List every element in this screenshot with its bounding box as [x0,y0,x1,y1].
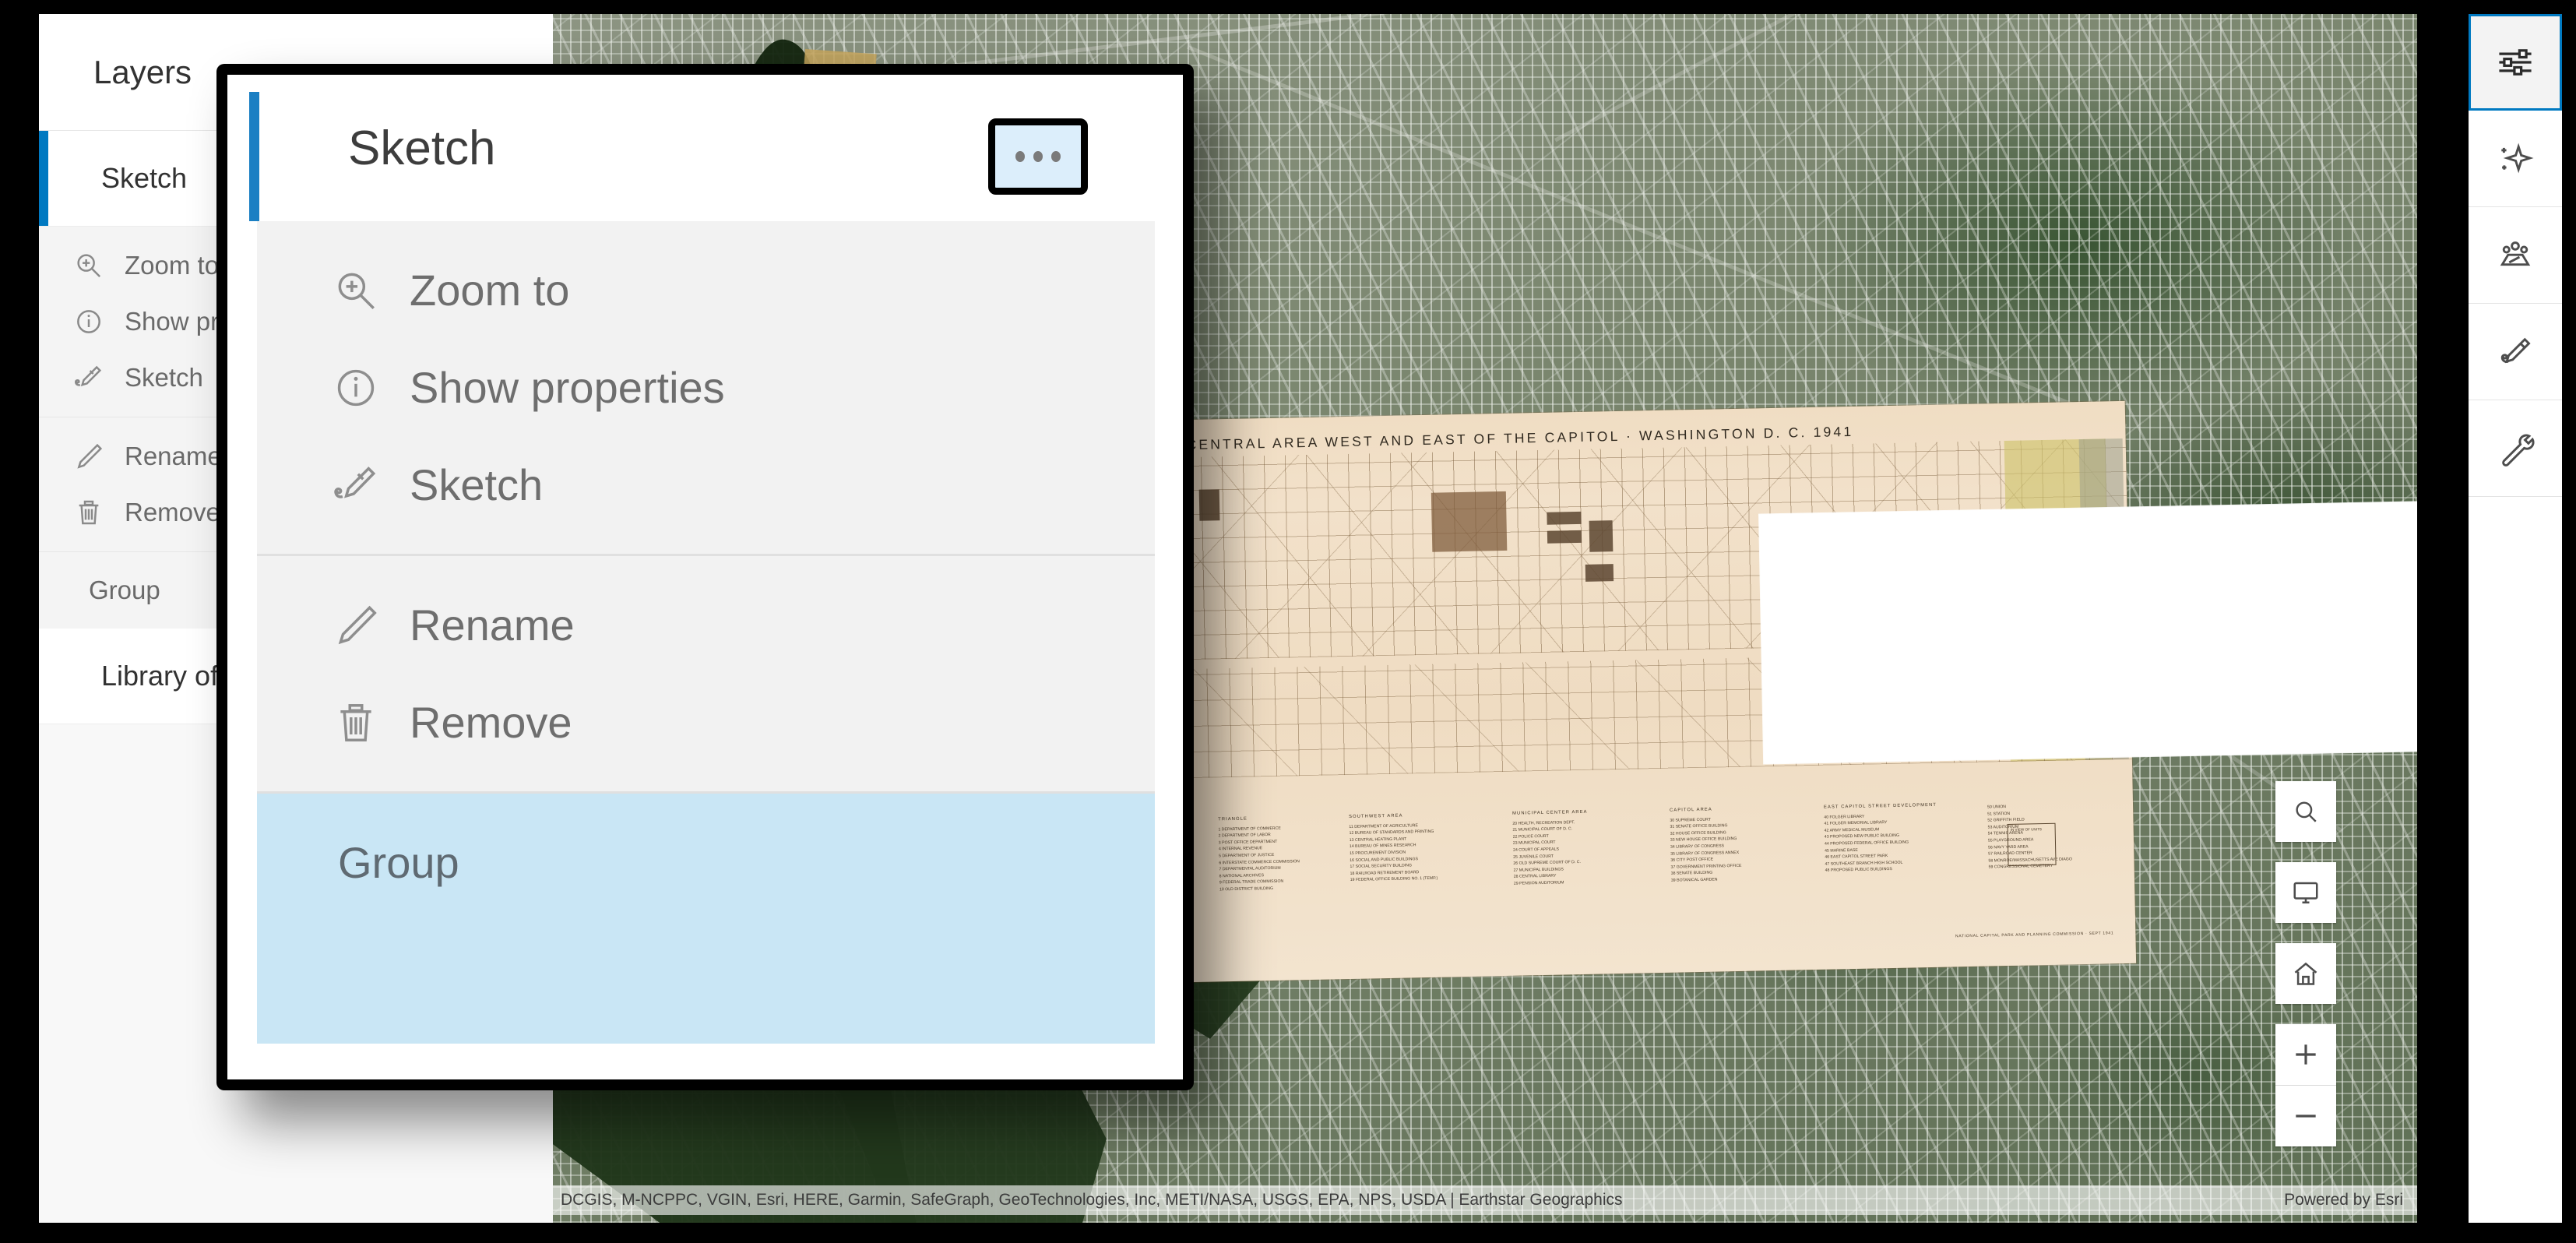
historical-building-block [1585,564,1614,582]
right-toolbar [2469,14,2562,1223]
callout-body: Zoom to Show properties Sketch Rename Re… [249,221,1166,1079]
map-widget-stack [2275,781,2336,1146]
historical-mall-block [1431,491,1508,552]
attribution-text: DCGIS, M-NCPPC, VGIN, Esri, HERE, Garmin… [561,1191,1623,1209]
callout-context-menu: Zoom to Show properties Sketch Rename Re… [257,221,1155,1044]
page-title: Layers [93,53,192,90]
legend-line: 29 PENSION AUDITORIUM [1513,880,1564,886]
historical-building-block [1589,520,1614,552]
legend-lines: 30 SUPREME COURT 31 SENATE OFFICE BUILDIN… [1670,815,1742,884]
map-attribution-bar: DCGIS, M-NCPPC, VGIN, Esri, HERE, Garmin… [550,1185,2417,1215]
historical-building-block [1547,530,1582,544]
legend-heading: TRIANGLE [1218,816,1248,822]
overflow-menu-button[interactable] [988,118,1088,195]
home-button[interactable] [2275,943,2336,1004]
basemap-icon [2500,241,2531,266]
callout-menu-group: Group [257,791,1155,1044]
zoom-callout-overlay: Sketch Zoom to Show properties Sketch Re… [216,64,1194,1090]
callout-menu-label: Sketch [410,460,544,509]
pencil-icon [77,443,103,469]
context-menu-label: Rename [125,442,222,471]
toolbar-button-tools[interactable] [2469,400,2562,497]
zoom-out-button[interactable] [2275,1085,2336,1146]
selected-accent-bar [249,92,259,221]
toolbar-button-basemap[interactable] [2469,207,2562,304]
legend-line: 19 FEDERAL OFFICE BUILDING NO. 1 (TEMP.) [1350,876,1438,883]
app-root: CENTRAL AREA WEST AND EAST OF THE CAPITO… [0,0,2576,1243]
toolbar-button-sketch[interactable] [2469,304,2562,400]
sketch-polygon-graphic[interactable] [1759,498,2417,764]
callout-menu-item-rename[interactable]: Rename [257,576,1155,674]
callout-menu-item-zoom-to[interactable]: Zoom to [257,241,1155,339]
callout-menu-label: Remove [410,698,572,747]
legend-heading: SOUTHWEST AREA [1349,813,1403,819]
info-icon [337,369,375,406]
ellipsis-icon [1051,151,1061,162]
callout-title: Sketch [348,121,496,175]
zoom-to-icon [338,273,375,309]
legend-note-box: IN VIEW OF UNITS [2007,822,2057,867]
sparkle-effects-icon [2501,143,2534,173]
trash-icon [79,500,99,525]
callout-menu-label: Group [338,838,459,887]
sketch-pencil-icon [2500,337,2531,363]
callout-header: Sketch [227,75,1183,221]
legend-heading: MUNICIPAL CENTER AREA [1512,809,1588,816]
toolbar-button-effects[interactable] [2469,111,2562,207]
callout-menu-item-group[interactable]: Group [257,794,1155,1044]
callout-menu-item-show-properties[interactable]: Show properties [257,339,1155,436]
context-menu-label: Remove [125,498,220,527]
zoom-in-button[interactable] [2275,1024,2336,1085]
callout-menu-label: Show properties [410,363,725,412]
legend-lines: 1 DEPARTMENT OF COMMERCE 2 DEPARTMENT OF … [1218,825,1300,893]
historical-building-block [1547,511,1582,525]
callout-menu-group: Rename Remove [257,554,1155,791]
callout-menu-item-remove[interactable]: Remove [257,674,1155,771]
legend-line: 48 PROPOSED PUBLIC BUILDINGS [1825,867,1892,874]
ellipsis-icon [1033,151,1043,162]
legend-lines: 40 FOLGER LIBRARY 41 FOLGER MEMORIAL LIBR… [1824,812,1938,874]
legend-line: 39 BOTANICAL GARDEN [1670,877,1718,883]
legend-heading: EAST CAPITOL STREET DEVELOPMENT [1823,802,1937,810]
historical-building-block [1198,489,1220,521]
search-button[interactable] [2275,781,2336,842]
sketch-pencil-icon [334,466,376,498]
legend-lines: 11 DEPARTMENT OF AGRICULTURE 12 BUREAU OF… [1349,822,1438,884]
trash-icon [340,703,371,741]
info-icon [77,310,100,333]
context-menu-label: Group [89,576,160,605]
historical-map-legend: TRIANGLE 1 DEPARTMENT OF COMMERCE 2 DEPAR… [1187,791,2136,965]
legend-lines: 20 HEALTH, RECREATION DEPT. 21 MUNICIPAL … [1512,819,1589,887]
callout-menu-label: Rename [410,600,575,650]
zoom-control-group [2275,1024,2336,1146]
context-menu-label: Sketch [125,363,203,393]
powered-by-esri: Powered by Esri [2284,1191,2403,1209]
zoom-to-icon [77,254,101,278]
pencil-icon [338,605,377,644]
legend-credit: NATIONAL CAPITAL PARK AND PLANNING COMMI… [1955,931,2114,939]
wrench-icon [2502,434,2535,467]
callout-menu-group: Zoom to Show properties Sketch [257,221,1155,554]
context-menu-label: Zoom to [125,251,220,280]
legend-heading [1987,799,2071,801]
display-screen-button[interactable] [2275,862,2336,923]
legend-heading: CAPITOL AREA [1670,807,1712,813]
callout-menu-label: Zoom to [410,266,570,315]
ellipsis-icon [1015,151,1025,162]
legend-line: 10 OLD DISTRICT BUILDING [1219,886,1274,893]
callout-menu-item-sketch[interactable]: Sketch [257,436,1155,533]
toolbar-button-layers-settings[interactable] [2469,14,2562,111]
sketch-pencil-icon [75,365,102,387]
sliders-icon [2499,49,2532,76]
